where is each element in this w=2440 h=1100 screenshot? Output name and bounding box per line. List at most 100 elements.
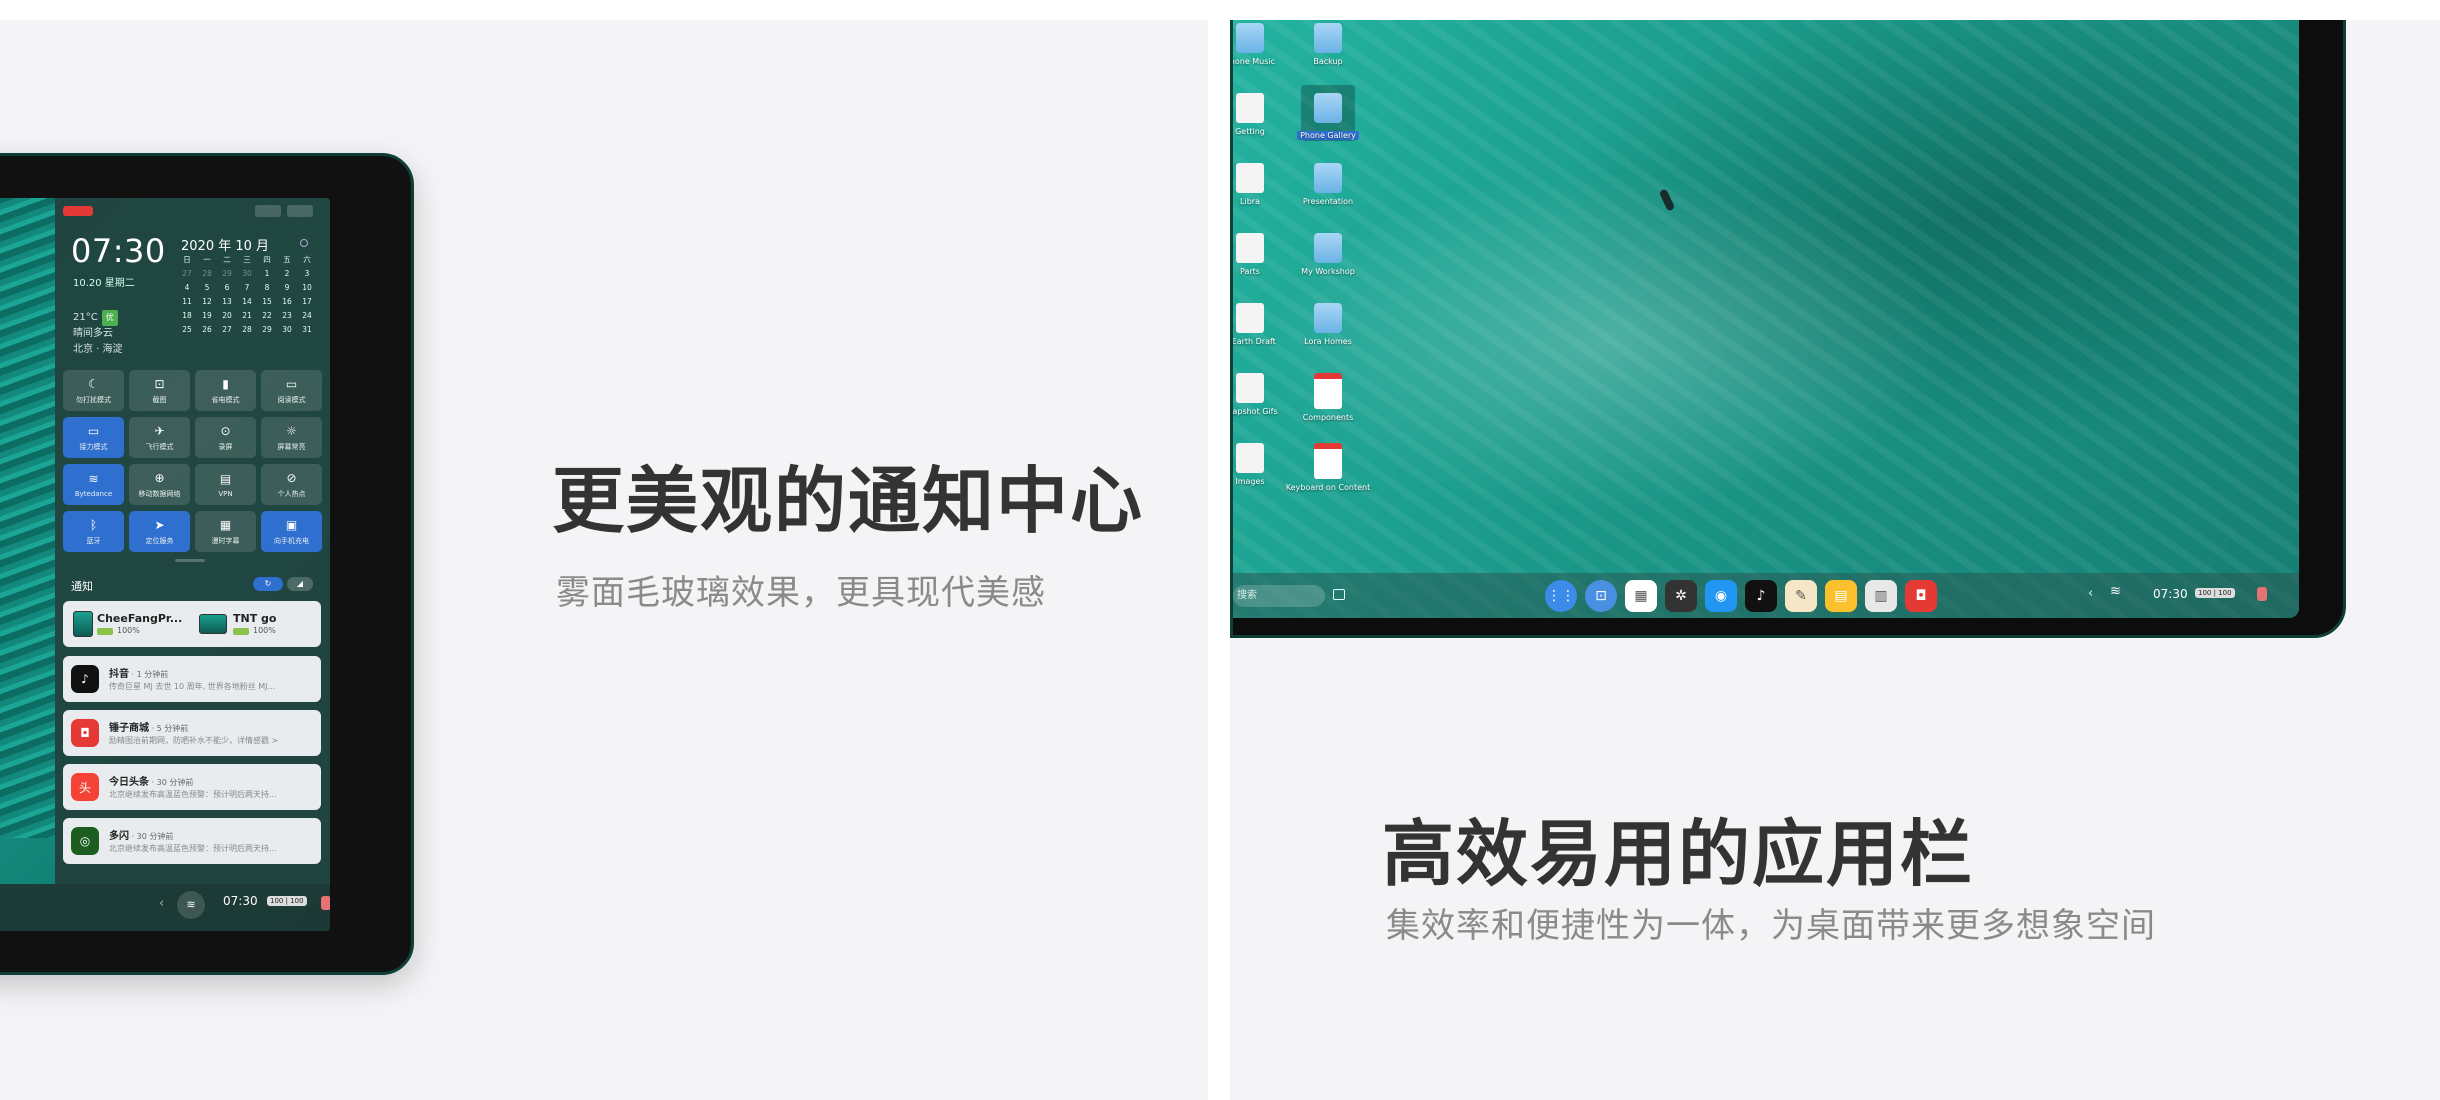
calendar-day[interactable]: 7 bbox=[237, 282, 257, 294]
quick-setting-label: 截图 bbox=[152, 395, 167, 404]
quick-setting-tile[interactable]: ▣ 向手机充电 bbox=[261, 511, 322, 552]
calendar-day[interactable]: 23 bbox=[277, 310, 297, 322]
notification-card[interactable]: ♪ 抖音 · 1 分钟前 传奇巨星 MJ 去世 10 周年, 世界各地粉丝 MJ..… bbox=[63, 656, 321, 702]
quick-setting-tile[interactable]: ➤ 定位服务 bbox=[129, 511, 190, 552]
quick-setting-tile[interactable]: ⊡ 截图 bbox=[129, 370, 190, 411]
calendar-day[interactable]: 28 bbox=[197, 268, 217, 280]
app-store-icon[interactable]: ⊡ bbox=[1585, 580, 1617, 612]
calendar-day[interactable]: 13 bbox=[217, 296, 237, 308]
calendar-day[interactable]: 19 bbox=[197, 310, 217, 322]
launcher-icon[interactable]: ⋮⋮ bbox=[1545, 580, 1577, 612]
calendar-day[interactable]: 21 bbox=[237, 310, 257, 322]
calendar-settings-icon[interactable] bbox=[300, 239, 308, 247]
calendar-day[interactable]: 2 bbox=[277, 268, 297, 280]
calendar-day[interactable]: 18 bbox=[177, 310, 197, 322]
gallery-icon[interactable]: ▤ bbox=[1825, 580, 1857, 612]
desktop-file[interactable]: Keyboard on Content bbox=[1283, 443, 1373, 492]
notification-card[interactable]: 头今日头条 · 30 分钟前 北京继续发布高温蓝色预警：预计明后两天持... bbox=[63, 764, 321, 810]
desktop-folder[interactable]: My Workshop bbox=[1283, 233, 1373, 276]
calendar-day[interactable]: 29 bbox=[257, 324, 277, 336]
calendar-day[interactable]: 10 bbox=[297, 282, 317, 294]
calendar-day[interactable]: 25 bbox=[177, 324, 197, 336]
store-icon[interactable]: ◘ bbox=[1905, 580, 1937, 612]
document-icon bbox=[1236, 233, 1264, 263]
files-icon[interactable]: ▥ bbox=[1865, 580, 1897, 612]
desktop-folder[interactable]: Backup bbox=[1283, 23, 1373, 66]
calendar-day[interactable]: 27 bbox=[217, 324, 237, 336]
record-indicator[interactable] bbox=[63, 206, 93, 216]
tiktok-icon[interactable]: ♪ bbox=[1745, 580, 1777, 612]
calendar-day[interactable]: 26 bbox=[197, 324, 217, 336]
desktop-icon-label: Backup bbox=[1313, 57, 1343, 66]
calendar-day[interactable]: 1 bbox=[257, 268, 277, 280]
calendar-day[interactable]: 6 bbox=[217, 282, 237, 294]
notification-time: · 30 分钟前 bbox=[129, 832, 174, 841]
quick-setting-tile[interactable]: ▦ 漫时字幕 bbox=[195, 511, 256, 552]
edit-button[interactable] bbox=[255, 205, 281, 217]
desktop-folder[interactable]: Presentation bbox=[1283, 163, 1373, 206]
desktop-folder[interactable]: Phone Gallery bbox=[1283, 93, 1373, 142]
calendar-day[interactable]: 27 bbox=[177, 268, 197, 280]
feature-headline: 高效易用的应用栏 bbox=[1382, 812, 1975, 896]
notification-card[interactable]: ◘ 锤子商城 · 5 分钟前 励精图治前期网，防晒补水不能少，详情感戳 > bbox=[63, 710, 321, 756]
wifi-icon[interactable]: ≋ bbox=[177, 891, 205, 919]
notes-icon[interactable]: ✎ bbox=[1785, 580, 1817, 612]
calendar-app-icon[interactable]: ▦ bbox=[1625, 580, 1657, 612]
calendar-day[interactable]: 24 bbox=[297, 310, 317, 322]
lock-button[interactable] bbox=[287, 205, 313, 217]
dock-apps: ⋮⋮ ⊡ ▦ ✲ ◉ ♪ ✎ ▤ ▥ ◘ bbox=[1545, 580, 1937, 612]
calendar-day[interactable]: 4 bbox=[177, 282, 197, 294]
chevron-left-icon[interactable]: ‹ bbox=[159, 896, 164, 911]
pdf-icon bbox=[1314, 443, 1342, 479]
quick-setting-tile[interactable]: ☾ 勿打扰模式 bbox=[63, 370, 124, 411]
quick-setting-tile[interactable]: ⊙ 录屏 bbox=[195, 417, 256, 458]
calendar-day[interactable]: 3 bbox=[297, 268, 317, 280]
wifi-icon[interactable]: ≋ bbox=[2110, 584, 2121, 599]
calendar-day[interactable]: 8 bbox=[257, 282, 277, 294]
quick-setting-tile[interactable]: ✈ 飞行模式 bbox=[129, 417, 190, 458]
desktop-folder[interactable]: Lora Homes bbox=[1283, 303, 1373, 346]
search-input[interactable]: 搜索 bbox=[1233, 585, 1325, 607]
mercedes-icon[interactable]: ✲ bbox=[1665, 580, 1697, 612]
browser-icon[interactable]: ◉ bbox=[1705, 580, 1737, 612]
calendar-day[interactable]: 17 bbox=[297, 296, 317, 308]
calendar-day[interactable]: 28 bbox=[237, 324, 257, 336]
clear-icon[interactable]: ◢ bbox=[287, 577, 313, 591]
quick-setting-tile[interactable]: ▭ 接力模式 bbox=[63, 417, 124, 458]
moon-icon: ☾ bbox=[88, 376, 99, 391]
screen-record-icon: ⊙ bbox=[220, 423, 231, 438]
refresh-icon[interactable]: ↻ bbox=[253, 577, 283, 591]
calendar-day[interactable]: 29 bbox=[217, 268, 237, 280]
drag-handle[interactable] bbox=[175, 559, 205, 562]
calendar-day[interactable]: 9 bbox=[277, 282, 297, 294]
calendar-day[interactable]: 11 bbox=[177, 296, 197, 308]
calendar-day[interactable]: 12 bbox=[197, 296, 217, 308]
quick-setting-tile[interactable]: ᛒ 蓝牙 bbox=[63, 511, 124, 552]
quick-setting-tile[interactable]: ⊘ 个人热点 bbox=[261, 464, 322, 505]
calendar-day[interactable]: 30 bbox=[237, 268, 257, 280]
tablet-icon bbox=[199, 614, 227, 634]
quick-setting-tile[interactable]: ▤ VPN bbox=[195, 464, 256, 505]
quick-setting-tile[interactable]: ▮ 省电模式 bbox=[195, 370, 256, 411]
desktop-file[interactable]: Components bbox=[1283, 373, 1373, 422]
quick-setting-tile[interactable]: ▭ 阅读模式 bbox=[261, 370, 322, 411]
calendar-day[interactable]: 16 bbox=[277, 296, 297, 308]
notification-title: 抖音 · 1 分钟前 bbox=[109, 665, 168, 680]
multitask-icon[interactable] bbox=[1333, 589, 1345, 600]
notification-title: 今日头条 · 30 分钟前 bbox=[109, 773, 193, 788]
quick-setting-tile[interactable]: ⊕ 移动数据网络 bbox=[129, 464, 190, 505]
calendar-day[interactable]: 22 bbox=[257, 310, 277, 322]
settings-icon[interactable] bbox=[2257, 587, 2267, 601]
chevron-left-icon[interactable]: ‹ bbox=[2088, 586, 2093, 601]
calendar-day[interactable]: 5 bbox=[197, 282, 217, 294]
settings-icon[interactable] bbox=[321, 896, 330, 910]
calendar-day[interactable]: 30 bbox=[277, 324, 297, 336]
calendar-day[interactable]: 14 bbox=[237, 296, 257, 308]
quick-setting-tile[interactable]: ≋ Bytedance bbox=[63, 464, 124, 505]
calendar-day[interactable]: 20 bbox=[217, 310, 237, 322]
calendar-day[interactable]: 15 bbox=[257, 296, 277, 308]
quick-setting-tile[interactable]: ☼ 屏幕常亮 bbox=[261, 417, 322, 458]
notification-card[interactable]: ◎ 多闪 · 30 分钟前 北京继续发布高温蓝色预警：预计明后两天持... bbox=[63, 818, 321, 864]
calendar-day[interactable]: 31 bbox=[297, 324, 317, 336]
taskbar-time: 07:30 bbox=[223, 894, 258, 908]
